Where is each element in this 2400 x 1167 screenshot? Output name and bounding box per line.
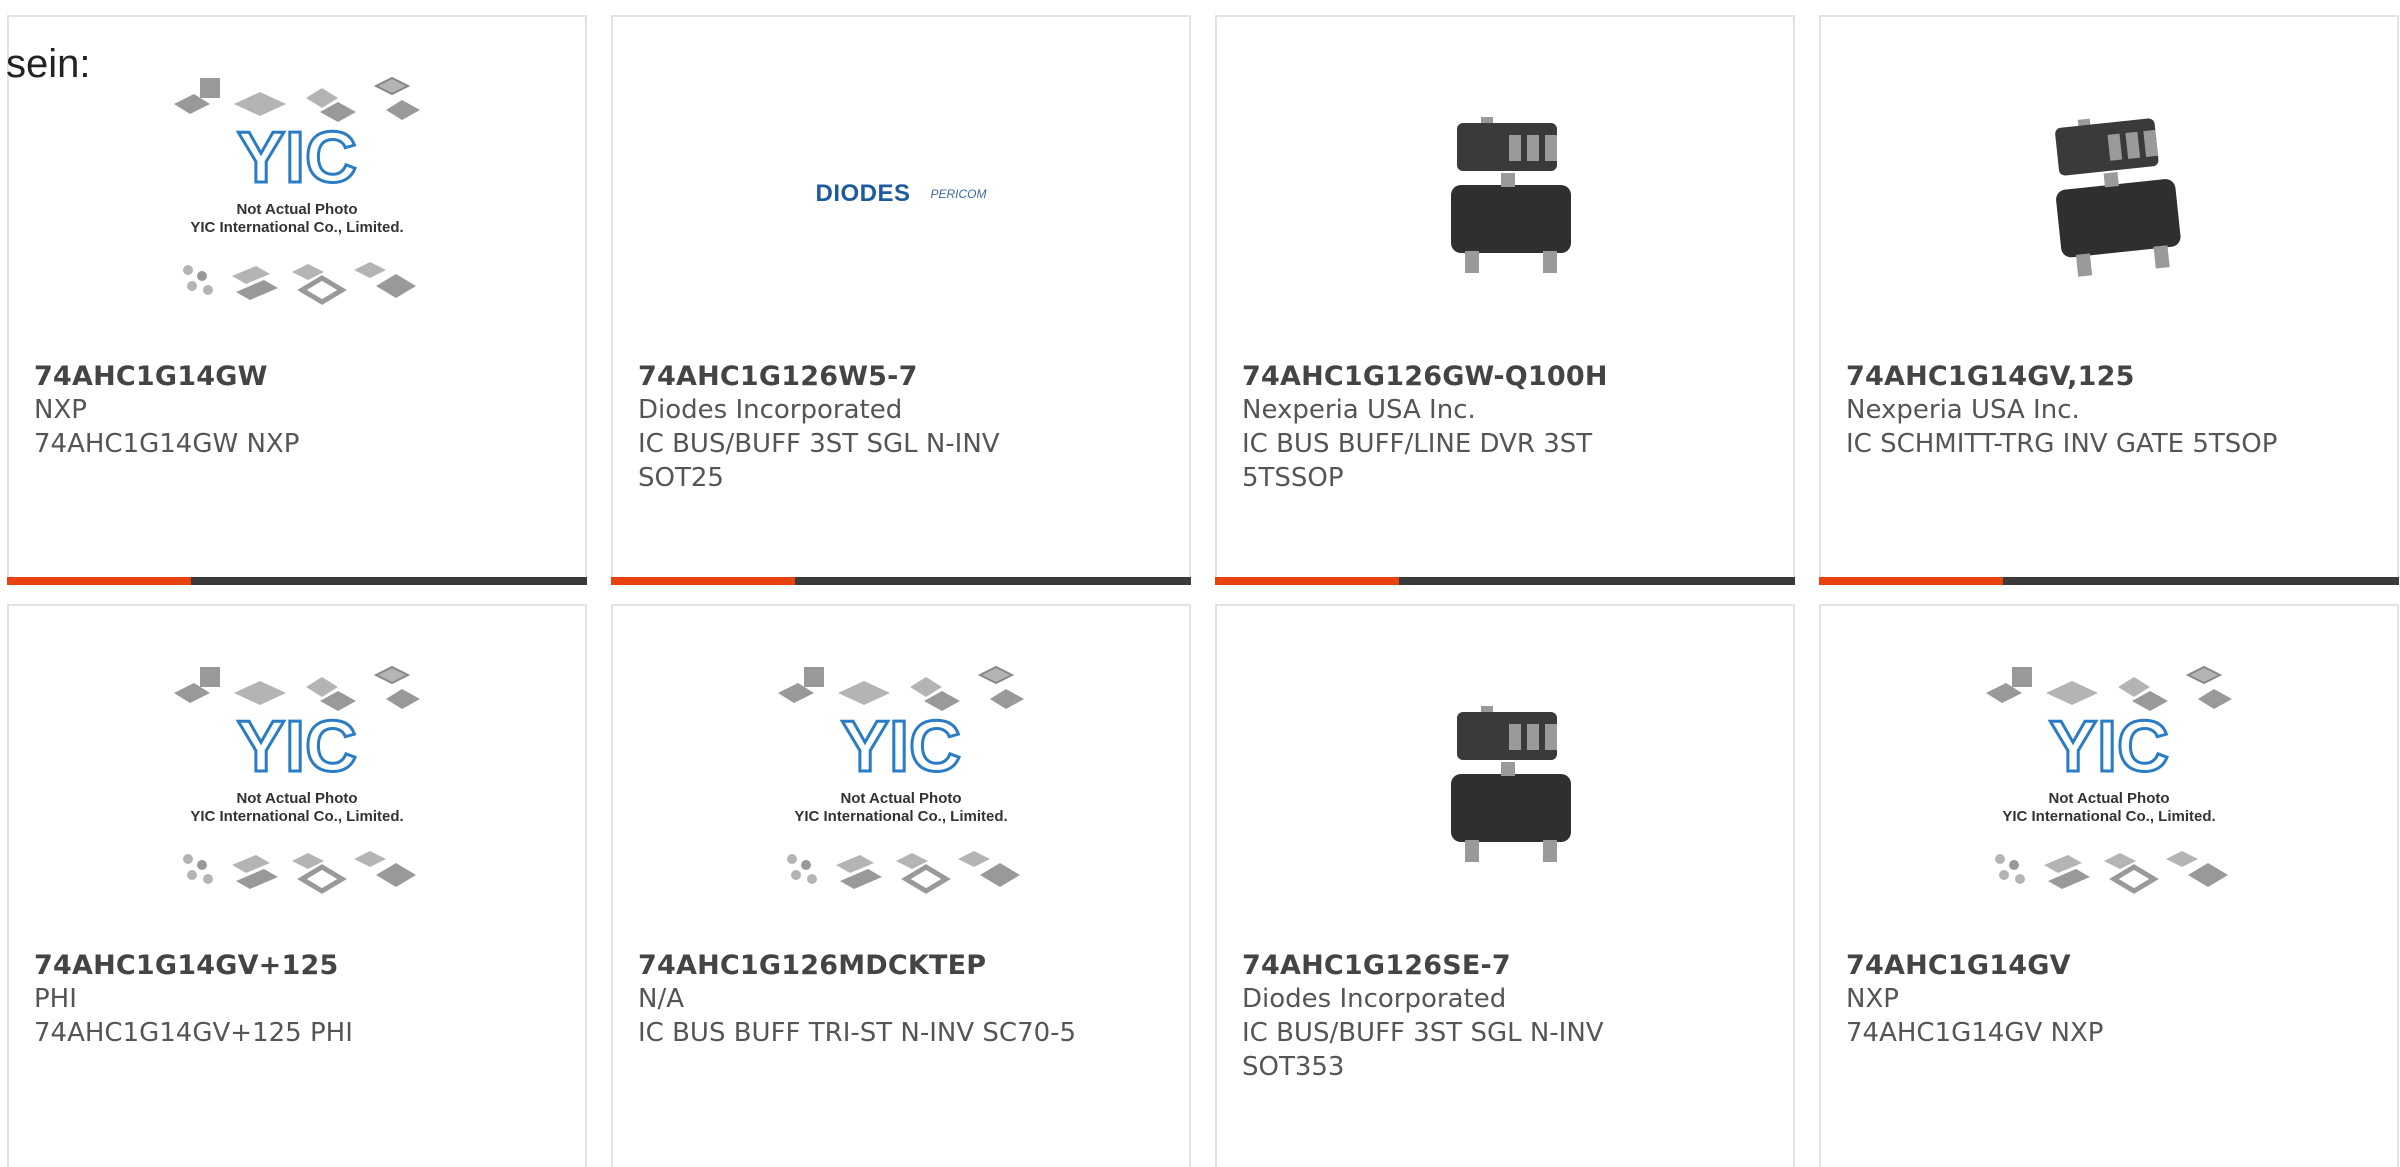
yic-placeholder-icon: YIC Not Actual Photo YIC International Co.…: [766, 653, 1036, 903]
product-card[interactable]: YIC Not Actual Photo YIC International Co.…: [7, 604, 587, 1167]
description-text: 74AHC1G14GV NXP: [1846, 1018, 2104, 1048]
product-image[interactable]: YIC Not Actual Photo YIC International Co.…: [1821, 606, 2397, 950]
manufacturer-text: PHI: [34, 984, 77, 1014]
description-text: IC BUS BUFF TRI-ST N-INV SC70-5: [638, 1018, 1077, 1048]
card-accent-bar: [1819, 577, 2003, 585]
card-accent-bar: [1215, 577, 1399, 585]
diodes-logo-icon: DIODES PERICOM: [815, 180, 986, 208]
product-card[interactable]: 74AHC1G14GV,125 Nexperia USA Inc. IC SCHMI…: [1819, 15, 2399, 585]
placeholder-caption-2: YIC International Co., Limited.: [190, 808, 403, 825]
manufacturer-text: NXP: [1846, 984, 1899, 1014]
description-text: IC BUS/BUFF 3ST SGL N-INV SOT25: [638, 429, 1000, 493]
card-bottom-bar: [1215, 577, 1795, 585]
manufacturer-text: NXP: [34, 395, 87, 425]
manufacturer-text: Diodes Incorporated: [638, 395, 903, 425]
product-image[interactable]: [1217, 606, 1793, 950]
manufacturer-text: Nexperia USA Inc.: [1846, 395, 2080, 425]
yic-placeholder-icon: YIC Not Actual Photo YIC International Co.…: [1974, 653, 2244, 903]
placeholder-caption-1: Not Actual Photo: [236, 201, 357, 218]
yic-logo-text: YIC: [841, 707, 961, 787]
part-number-link[interactable]: 74AHC1G126W5-7: [638, 361, 918, 392]
description-text: 74AHC1G14GV+125 PHI: [34, 1018, 353, 1048]
product-image[interactable]: YIC Not Actual Photo YIC International Co.…: [613, 606, 1189, 950]
yic-placeholder-icon: YIC Not Actual Photo YIC International Co.…: [162, 653, 432, 903]
diodes-logo-text: DIODES: [815, 180, 911, 207]
placeholder-caption-1: Not Actual Photo: [236, 790, 357, 807]
yic-logo-text: YIC: [237, 707, 357, 787]
manufacturer-text: Diodes Incorporated: [1242, 984, 1507, 1014]
description-text: 74AHC1G14GW NXP: [34, 429, 300, 459]
part-number-link[interactable]: 74AHC1G14GV,125: [1846, 361, 2135, 392]
product-image[interactable]: [1217, 17, 1793, 361]
part-number-link[interactable]: 74AHC1G126GW-Q100H: [1242, 361, 1608, 392]
description-text: IC BUS BUFF/LINE DVR 3ST 5TSSOP: [1242, 429, 1593, 493]
product-card[interactable]: YIC Not Actual Photo YIC International Co.…: [611, 604, 1191, 1167]
product-image[interactable]: [1821, 17, 2397, 361]
sot-chip-icon: [1405, 87, 1605, 291]
placeholder-caption-2: YIC International Co., Limited.: [794, 808, 1007, 825]
card-bottom-bar: [1819, 577, 2399, 585]
card-bottom-bar: [611, 577, 1191, 585]
part-number-link[interactable]: 74AHC1G14GW: [34, 361, 268, 392]
card-accent-bar: [7, 577, 191, 585]
yic-placeholder-icon: YIC Not Actual Photo YIC International Co.…: [162, 64, 432, 314]
product-image[interactable]: YIC Not Actual Photo YIC International Co.…: [9, 606, 585, 950]
pericom-logo-text: PERICOM: [930, 187, 987, 201]
manufacturer-text: Nexperia USA Inc.: [1242, 395, 1476, 425]
product-card[interactable]: YIC Not Actual Photo YIC International Co.…: [1819, 604, 2399, 1167]
product-card[interactable]: DIODES PERICOM 74AHC1G126W5-7 Diodes Incorp…: [611, 15, 1191, 585]
manufacturer-text: N/A: [638, 984, 684, 1014]
product-card[interactable]: 74AHC1G126GW-Q100H Nexperia USA Inc. IC BU…: [1215, 15, 1795, 585]
part-number-link[interactable]: 74AHC1G14GV+125: [34, 950, 338, 981]
description-text: IC BUS/BUFF 3ST SGL N-INV SOT353: [1242, 1018, 1604, 1082]
product-card[interactable]: YIC Not Actual Photo YIC International Co.…: [7, 15, 587, 585]
product-card[interactable]: 74AHC1G126SE-7 Diodes Incorporated IC BUS/…: [1215, 604, 1795, 1167]
placeholder-caption-2: YIC International Co., Limited.: [2002, 808, 2215, 825]
product-grid-page: sein: YIC Not Actual Photo YIC Internation…: [0, 0, 2400, 1167]
placeholder-caption-2: YIC International Co., Limited.: [190, 219, 403, 236]
product-grid: YIC Not Actual Photo YIC International Co.…: [0, 0, 2400, 1167]
placeholder-caption-1: Not Actual Photo: [2048, 790, 2169, 807]
part-number-link[interactable]: 74AHC1G126MDCKTEP: [638, 950, 986, 981]
sot-chip-icon: [1405, 676, 1605, 880]
product-image[interactable]: YIC Not Actual Photo YIC International Co.…: [9, 17, 585, 361]
card-accent-bar: [611, 577, 795, 585]
lead-text: sein:: [6, 42, 91, 86]
part-number-link[interactable]: 74AHC1G126SE-7: [1242, 950, 1511, 981]
placeholder-caption-1: Not Actual Photo: [840, 790, 961, 807]
part-number-link[interactable]: 74AHC1G14GV: [1846, 950, 2071, 981]
description-text: IC SCHMITT-TRG INV GATE 5TSOP: [1846, 429, 2278, 459]
yic-logo-text: YIC: [2049, 707, 2169, 787]
card-bottom-bar: [7, 577, 587, 585]
product-image[interactable]: DIODES PERICOM: [613, 17, 1189, 361]
yic-logo-text: YIC: [237, 118, 357, 198]
sot-chip-icon: [2009, 87, 2209, 291]
